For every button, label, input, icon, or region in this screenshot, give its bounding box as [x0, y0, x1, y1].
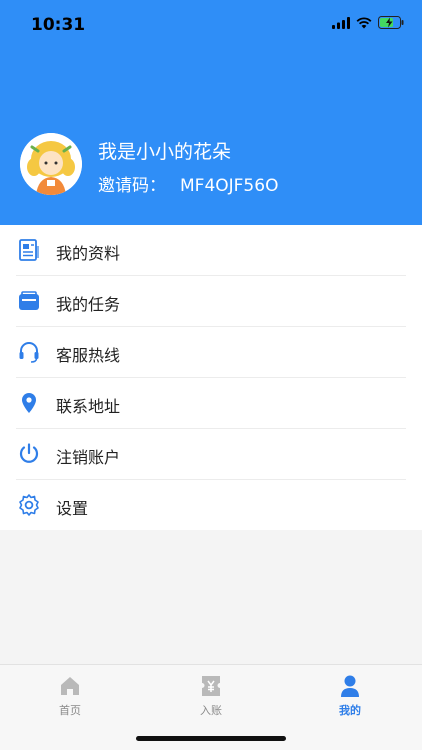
- tab-label: 首页: [59, 704, 81, 717]
- menu-item-hotline[interactable]: 客服热线: [0, 327, 422, 378]
- menu-item-tasks[interactable]: 我的任务: [0, 276, 422, 327]
- income-ticket-icon: [202, 676, 220, 696]
- menu-item-address[interactable]: 联系地址: [0, 378, 422, 429]
- home-icon: [61, 677, 79, 695]
- menu-item-profile[interactable]: 我的资料: [0, 225, 422, 276]
- menu-item-label: 联系地址: [56, 397, 121, 416]
- wifi-icon: [356, 16, 372, 28]
- avatar[interactable]: [20, 133, 82, 195]
- invite-code-row: 邀请码： MF4OJF56O: [98, 171, 278, 196]
- menu-item-settings[interactable]: 设置: [0, 480, 422, 531]
- tab-income[interactable]: 入账: [171, 673, 251, 723]
- menu-item-label: 客服热线: [56, 346, 121, 365]
- task-briefcase-icon: [16, 288, 42, 314]
- status-icons: [332, 16, 404, 29]
- invite-label: 邀请码：: [98, 176, 166, 196]
- tab-mine[interactable]: 我的: [310, 673, 390, 723]
- cellular-signal-icon: [332, 16, 350, 29]
- profile-document-icon: [16, 237, 42, 263]
- tab-label: 入账: [200, 704, 222, 717]
- battery-charging-icon: [378, 16, 404, 29]
- gear-icon: [16, 492, 42, 518]
- menu-item-label: 设置: [56, 499, 89, 518]
- tab-label: 我的: [339, 704, 361, 717]
- headset-icon: [16, 339, 42, 365]
- menu-item-deactivate[interactable]: 注销账户: [0, 429, 422, 480]
- tab-home[interactable]: 首页: [30, 673, 110, 723]
- screen: 10:31 我是小小的花朵 邀请码： MF4OJF56O 我的资料 我的任务 客…: [0, 0, 422, 750]
- power-icon: [16, 441, 42, 467]
- location-pin-icon: [16, 390, 42, 416]
- home-indicator: [136, 736, 286, 741]
- profile-name: 我是小小的花朵: [98, 141, 232, 163]
- status-bar: 10:31: [0, 0, 422, 50]
- profile-header: 10:31 我是小小的花朵 邀请码： MF4OJF56O: [0, 0, 422, 225]
- menu-item-label: 我的资料: [56, 244, 121, 263]
- menu-list: 我的资料 我的任务 客服热线 联系地址 注销账户 设置: [0, 225, 422, 530]
- status-time: 10:31: [31, 15, 86, 35]
- invite-code: MF4OJF56O: [180, 176, 279, 196]
- menu-item-label: 我的任务: [56, 295, 121, 314]
- user-icon: [341, 675, 359, 697]
- menu-item-label: 注销账户: [56, 448, 121, 467]
